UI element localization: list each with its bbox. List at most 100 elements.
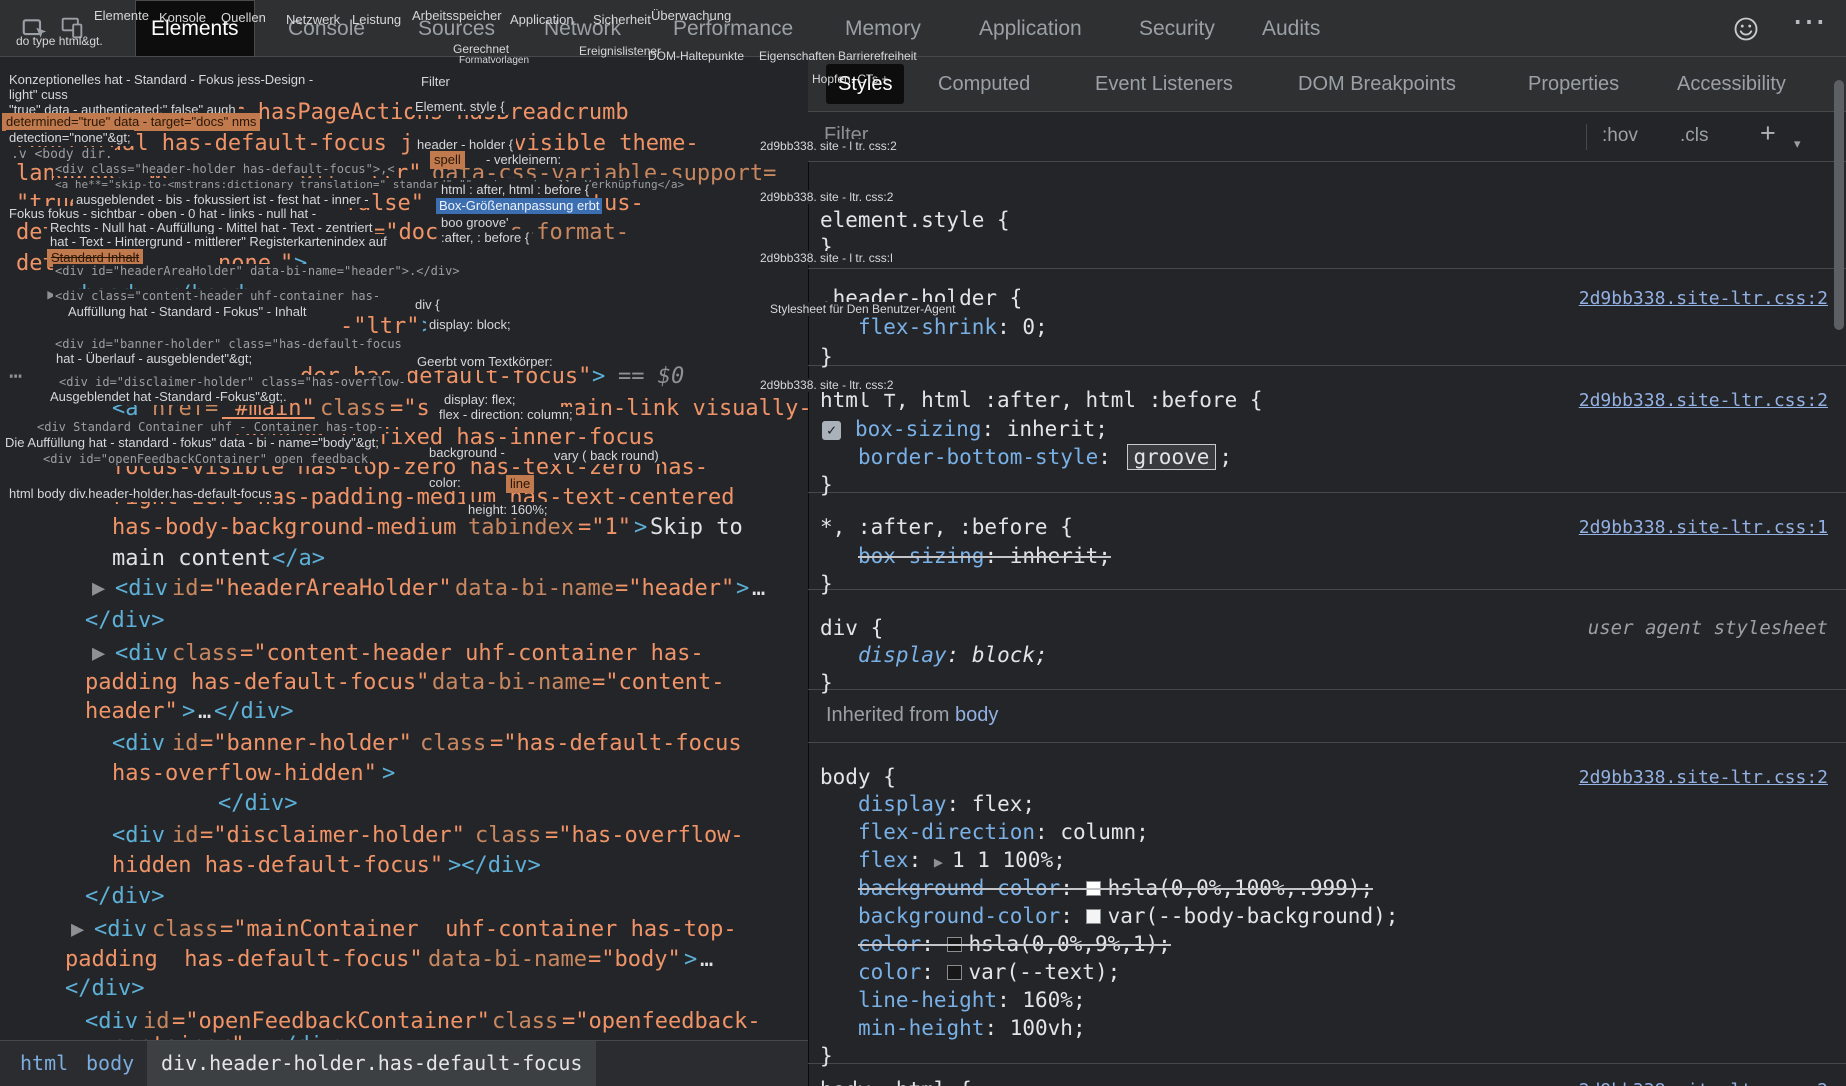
css-property[interactable]: color: var(--text); (858, 958, 1120, 986)
scrollbar-thumb[interactable] (1834, 80, 1844, 330)
dom-line[interactable]: padding has-default-focus" data-bi-name ="… (0, 944, 808, 975)
dom-line[interactable]: ⋯ der has-default-focus" > == $0 (0, 361, 808, 392)
dom-line[interactable]: <div id ="banner-holder" class ="has-default… (0, 728, 808, 759)
tab-performance[interactable]: Performance (673, 0, 793, 57)
css-property[interactable]: color: hsla(0,0%,9%,1); (858, 930, 1171, 958)
dom-line[interactable]: "true" ="false" -th-status- (0, 188, 808, 219)
dom-token: id (172, 731, 199, 756)
css-selector[interactable]: div { (820, 616, 883, 640)
dom-line[interactable]: ▶ <div id ="headerAreaHolder" data-bi-name ="… (0, 573, 808, 604)
dom-token: ="1" (578, 515, 631, 540)
color-swatch[interactable] (1085, 909, 1101, 924)
dom-token: ="s (390, 396, 430, 421)
new-style-rule-caret-icon[interactable]: ▾ (1794, 136, 1801, 152)
dom-token: x-ms-format- (470, 220, 629, 245)
tab-properties[interactable]: Properties (1528, 57, 1619, 112)
css-property[interactable]: flex: ▶ 1 1 100%; (858, 846, 1066, 874)
css-selector[interactable]: .header-holder { (820, 286, 1022, 310)
css-property[interactable]: min-height: 100vh; (858, 1014, 1086, 1042)
new-style-rule-button[interactable]: + (1760, 118, 1776, 149)
dom-line[interactable]: </div> (0, 881, 808, 912)
css-selector[interactable]: html ⊤, html :after, html :before { (820, 388, 1263, 412)
css-property[interactable]: ✓ box-sizing: inherit; (822, 415, 1108, 443)
dom-line[interactable]: hidden has-default-focus" ></div> (0, 850, 808, 881)
dom-line[interactable]: header" >… </div> (0, 696, 808, 727)
breadcrumb-item[interactable]: body (86, 1041, 134, 1086)
element-class-toggle-button[interactable]: .cls (1680, 125, 1709, 147)
color-swatch[interactable] (946, 965, 962, 980)
dom-line[interactable]: language="we" dir ="ltr" data-css-variable-… (0, 158, 808, 189)
styles-filter-input[interactable]: Filter (824, 124, 868, 147)
breadcrumb-item[interactable]: div.header-holder.has-default-focus (147, 1041, 597, 1086)
tab-event-listeners[interactable]: Event Listeners (1095, 57, 1233, 112)
css-property[interactable]: display: block; (858, 641, 1048, 669)
css-property[interactable]: background-color: hsla(0,0%,100%,.999); (858, 874, 1374, 902)
pseudo-class-toggle-button[interactable]: :hov (1602, 125, 1638, 147)
device-toolbar-icon[interactable] (58, 14, 86, 42)
stylesheet-link[interactable]: 2d9bb338.site-ltr.css:2 (1579, 1076, 1828, 1086)
css-property[interactable]: border-bottom-style: groove; (858, 443, 1232, 471)
dom-line[interactable]: -"ltr" > (0, 311, 808, 342)
inherited-from-link[interactable]: body (955, 704, 998, 726)
dom-line[interactable]: ▶ <div class ="mainContainer uhf-container … (0, 914, 808, 945)
css-property[interactable]: line-height: 160%; (858, 986, 1086, 1014)
tab-accessibility[interactable]: Accessibility (1677, 57, 1786, 112)
dom-line[interactable]: conceptual has-default-focus js -visible … (0, 128, 808, 159)
property-semicolon: ; (1072, 988, 1086, 1012)
dom-line[interactable]: has-body-background-medium tabindex ="1" > S… (0, 512, 808, 543)
dom-line[interactable]: det get ="docs" x-ms-format- (0, 217, 808, 248)
tab-computed[interactable]: Computed (938, 57, 1030, 112)
dom-line[interactable]: focus-visible has-top-zero has-text-zero… (0, 452, 808, 483)
dom-line[interactable]: hasSidebar hasPageActions hasBreadcrumb (0, 97, 808, 128)
tab-sources[interactable]: Sources (418, 0, 495, 57)
css-selector[interactable]: body { (820, 765, 896, 789)
breadcrumb-item[interactable]: html (20, 1041, 68, 1086)
dom-line[interactable]: main content </a> (0, 543, 808, 574)
tab-dom-breakpoints[interactable]: DOM Breakpoints (1298, 57, 1456, 112)
css-selector[interactable]: *, :after, :before { (820, 515, 1073, 539)
stylesheet-link[interactable]: 2d9bb338.site-ltr.css:2 (1579, 284, 1828, 314)
tab-security[interactable]: Security (1139, 0, 1215, 57)
tab-network[interactable]: Network (544, 0, 621, 57)
property-checkbox[interactable]: ✓ (822, 421, 841, 440)
dom-line[interactable]: has-overflow-hidden" > (0, 758, 808, 789)
dom-line[interactable]: ▶ <div class ="content-header uhf-container… (0, 638, 808, 669)
dom-line[interactable]: <a href= "#main" class ="s main-link visually… (0, 393, 808, 424)
tab-styles[interactable]: Styles (826, 64, 905, 104)
feedback-smiley-icon[interactable] (1732, 15, 1760, 43)
dom-token: ="docs" (372, 220, 465, 245)
css-property[interactable]: display: flex; (858, 790, 1035, 818)
dom-line[interactable]: container" … </div> (0, 1030, 808, 1040)
dom-line[interactable]: <div id ="disclaimer-holder" class ="has-ove… (0, 820, 808, 851)
tab-memory[interactable]: Memory (845, 0, 921, 57)
expand-shorthand-icon[interactable]: ▶ (934, 853, 952, 871)
dom-line[interactable]: det none " > (0, 248, 808, 279)
dom-line[interactable]: right-zero has-padding-medium has-text-c… (0, 482, 808, 513)
inspect-element-icon[interactable] (20, 14, 50, 44)
css-property[interactable]: box-sizing: inherit; (858, 542, 1111, 570)
css-property[interactable]: background-color: var(--body-background)… (858, 902, 1398, 930)
dom-line[interactable]: -focused is-fixed has-inner-focus (0, 422, 808, 453)
dom-line[interactable]: ▸ <head>… </head> (0, 279, 808, 310)
tab-application[interactable]: Application (979, 0, 1082, 57)
css-property[interactable]: flex-direction: column; (858, 818, 1149, 846)
tab-elements[interactable]: Elements (135, 0, 255, 57)
tab-audits[interactable]: Audits (1262, 0, 1320, 57)
section-divider (808, 589, 1846, 590)
css-selector[interactable]: element.style { (820, 208, 1010, 232)
color-swatch[interactable] (1085, 881, 1101, 896)
stylesheet-link[interactable]: 2d9bb338.site-ltr.css:2 (1579, 763, 1828, 793)
dom-token: ="body" (588, 947, 681, 972)
dom-line[interactable]: </div> (0, 605, 808, 636)
dom-line[interactable]: </div> (0, 973, 808, 1004)
more-options-icon[interactable]: ⋯ (1792, 2, 1826, 42)
dom-token: <div (94, 917, 147, 942)
dom-line[interactable]: padding has-default-focus" data-bi-name ="… (0, 667, 808, 698)
css-selector[interactable]: body, html { (820, 1078, 972, 1086)
stylesheet-link[interactable]: 2d9bb338.site-ltr.css:1 (1579, 513, 1828, 543)
color-swatch[interactable] (946, 937, 962, 952)
dom-line[interactable]: </div> (0, 788, 808, 819)
stylesheet-link[interactable]: 2d9bb338.site-ltr.css:2 (1579, 386, 1828, 416)
tab-console[interactable]: Console (288, 0, 365, 57)
css-property[interactable]: flex-shrink: 0; (858, 313, 1048, 341)
